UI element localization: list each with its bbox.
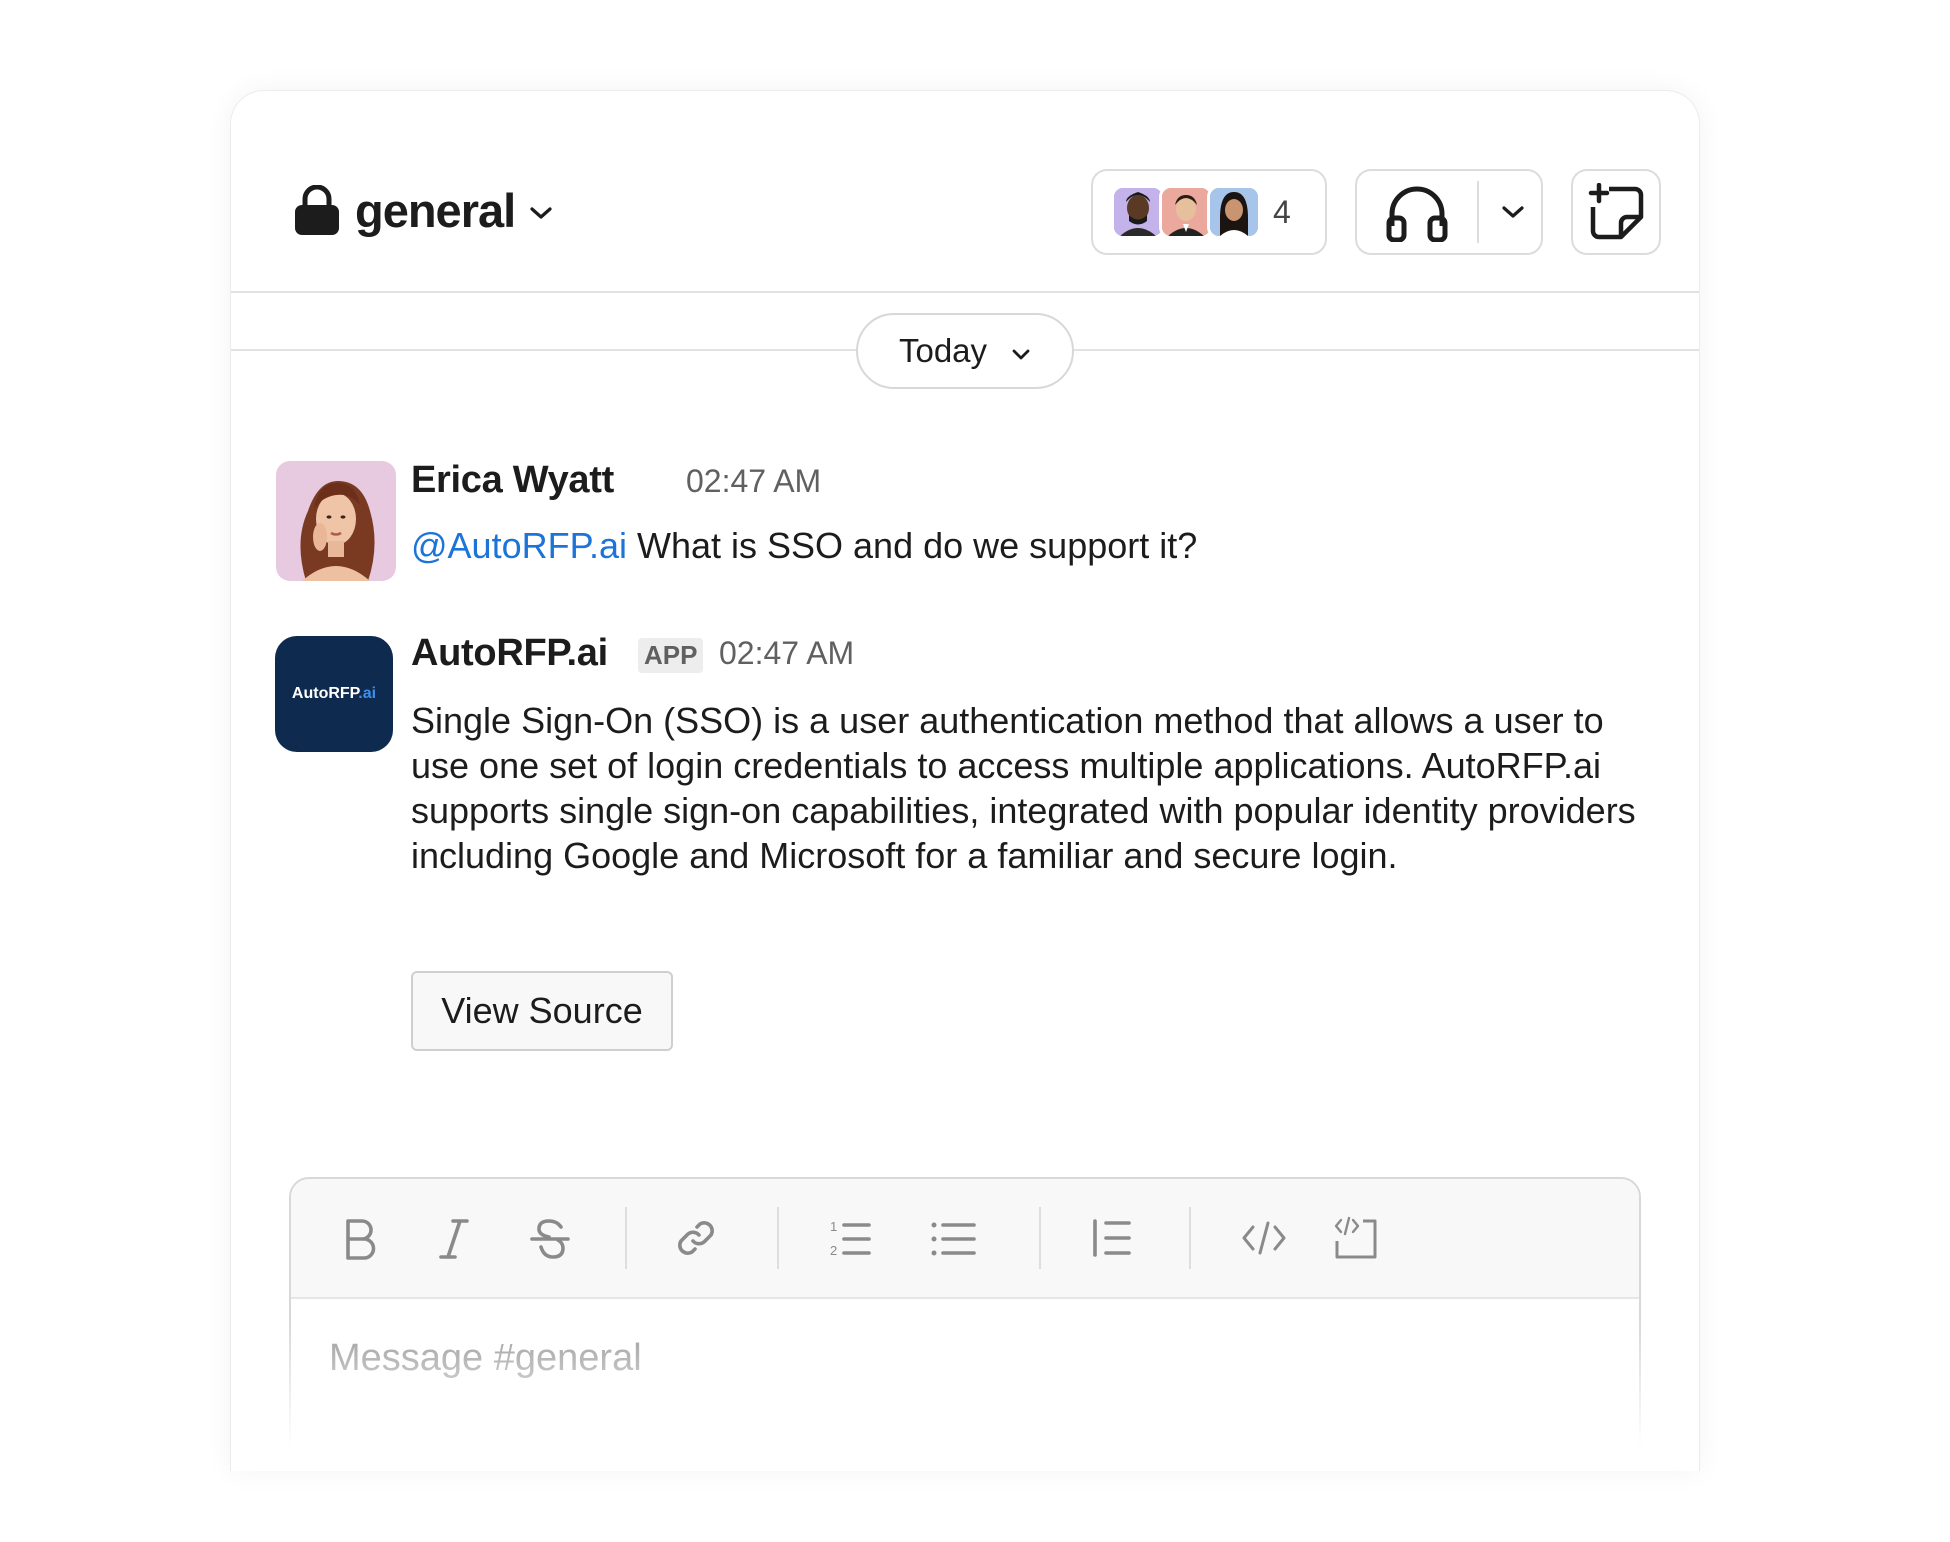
chevron-down-icon[interactable] bbox=[1501, 204, 1525, 220]
member-avatar bbox=[1207, 185, 1261, 239]
bold-icon bbox=[346, 1219, 376, 1260]
strikethrough-button[interactable] bbox=[527, 1215, 573, 1261]
link-button[interactable] bbox=[673, 1215, 719, 1261]
member-count: 4 bbox=[1273, 193, 1291, 230]
message-body: Single Sign-On (SSO) is a user authentic… bbox=[411, 700, 1636, 876]
toolbar-divider bbox=[1039, 1207, 1041, 1269]
member-avatar bbox=[1159, 185, 1213, 239]
bold-button[interactable] bbox=[337, 1215, 383, 1261]
app-logo: AutoRFP.ai bbox=[291, 685, 377, 702]
message-timestamp[interactable]: 02:47 AM bbox=[719, 635, 854, 672]
divider bbox=[1477, 181, 1479, 243]
message-text: @AutoRFP.ai What is SSO and do we suppor… bbox=[411, 523, 1651, 568]
lock-icon bbox=[295, 184, 339, 235]
chevron-down-icon bbox=[1012, 349, 1030, 359]
code-block-button[interactable] bbox=[1333, 1215, 1379, 1261]
svg-text:2: 2 bbox=[830, 1243, 837, 1258]
app-avatar[interactable]: AutoRFP.ai bbox=[275, 636, 393, 752]
new-canvas-button[interactable] bbox=[1571, 169, 1661, 255]
ordered-list-icon: 12 bbox=[830, 1219, 871, 1258]
headphones-icon bbox=[1386, 186, 1448, 242]
toolbar-divider bbox=[625, 1207, 627, 1269]
chat-window: general 4 Today Erica Wyatt 02:47 AM @Au… bbox=[230, 90, 1700, 1471]
add-canvas-icon bbox=[1588, 183, 1644, 240]
blockquote-button[interactable] bbox=[1089, 1215, 1135, 1261]
member-avatar bbox=[1111, 185, 1165, 239]
toolbar-divider bbox=[1189, 1207, 1191, 1269]
message-body: What is SSO and do we support it? bbox=[626, 525, 1198, 566]
blockquote-icon bbox=[1093, 1219, 1131, 1257]
link-icon bbox=[678, 1221, 714, 1255]
app-badge: APP bbox=[638, 638, 704, 673]
channel-name: general bbox=[355, 184, 516, 237]
view-source-button[interactable]: View Source bbox=[411, 971, 673, 1051]
message-composer: 12 bbox=[289, 1177, 1641, 1471]
chevron-down-icon bbox=[530, 206, 552, 219]
ordered-list-button[interactable]: 12 bbox=[827, 1215, 873, 1261]
message-author[interactable]: AutoRFP.ai bbox=[411, 632, 608, 675]
message-author[interactable]: Erica Wyatt bbox=[411, 459, 614, 502]
svg-text:1: 1 bbox=[830, 1219, 837, 1234]
members-button[interactable]: 4 bbox=[1091, 169, 1327, 255]
toolbar-divider bbox=[777, 1207, 779, 1269]
user-avatar[interactable] bbox=[276, 461, 396, 581]
huddle-button[interactable] bbox=[1355, 169, 1543, 255]
channel-name-button[interactable]: general bbox=[293, 183, 553, 238]
italic-icon bbox=[439, 1219, 469, 1259]
italic-button[interactable] bbox=[431, 1215, 477, 1261]
bulleted-list-icon bbox=[931, 1222, 976, 1256]
message-timestamp[interactable]: 02:47 AM bbox=[686, 463, 821, 500]
code-icon bbox=[1242, 1221, 1286, 1255]
code-button[interactable] bbox=[1241, 1215, 1287, 1261]
user-mention[interactable]: @AutoRFP.ai bbox=[411, 525, 627, 566]
channel-header: general 4 bbox=[231, 91, 1699, 293]
bulleted-list-button[interactable] bbox=[925, 1215, 981, 1261]
strikethrough-icon bbox=[530, 1219, 570, 1259]
code-block-icon bbox=[1334, 1216, 1377, 1259]
date-divider-button[interactable]: Today bbox=[856, 313, 1074, 389]
date-divider-label: Today bbox=[898, 332, 988, 369]
formatting-toolbar: 12 bbox=[291, 1179, 1639, 1299]
message-input[interactable] bbox=[327, 1327, 1591, 1389]
